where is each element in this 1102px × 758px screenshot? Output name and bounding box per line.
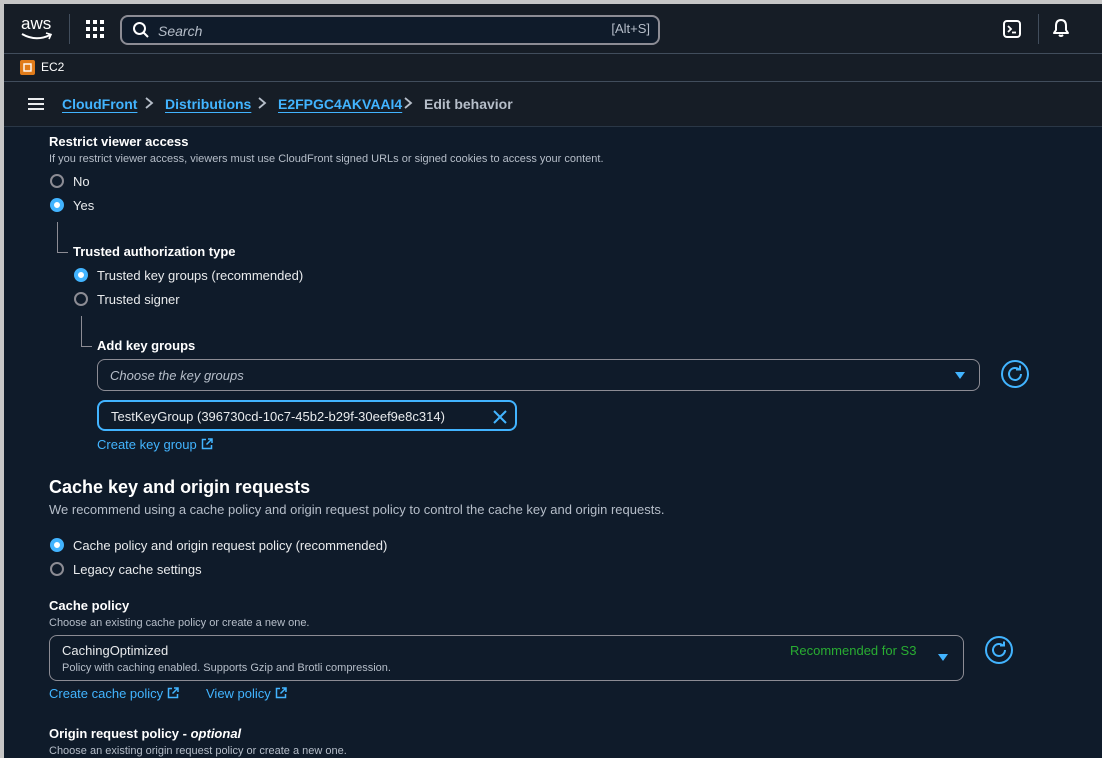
key-group-token-label: TestKeyGroup (396730cd-10c7-45b2-b29f-30… xyxy=(111,409,445,424)
breadcrumb-current: Edit behavior xyxy=(424,96,513,112)
cache-policy-recommended-label[interactable]: Cache policy and origin request policy (… xyxy=(73,538,387,553)
cache-policy-value-description: Policy with caching enabled. Supports Gz… xyxy=(62,662,391,674)
refresh-icon xyxy=(1008,365,1022,381)
external-link-icon xyxy=(275,687,287,699)
aws-smile-icon xyxy=(21,32,53,40)
trusted-key-groups-label[interactable]: Trusted key groups (recommended) xyxy=(97,268,303,283)
breadcrumb-distributions[interactable]: Distributions xyxy=(165,96,251,112)
restrict-no-label[interactable]: No xyxy=(73,174,90,189)
legacy-cache-settings-label[interactable]: Legacy cache settings xyxy=(73,562,202,577)
refresh-key-groups-button[interactable] xyxy=(1001,360,1029,388)
recommended-badge: Recommended for S3 xyxy=(790,643,917,658)
favorites-bar: EC2 xyxy=(4,54,1102,82)
search-box[interactable]: [Alt+S] xyxy=(120,15,660,45)
add-key-groups-label: Add key groups xyxy=(97,338,196,353)
cache-policy-select[interactable]: CachingOptimized Policy with caching ena… xyxy=(49,635,964,681)
remove-token-close-icon[interactable] xyxy=(493,410,507,424)
caret-down-icon xyxy=(938,654,948,661)
origin-request-policy-optional: optional xyxy=(190,726,242,741)
origin-request-policy-title: Origin request policy xyxy=(49,726,180,741)
create-key-group-link-text: Create key group xyxy=(97,437,197,452)
refresh-icon xyxy=(992,641,1006,657)
origin-request-policy-dash: - xyxy=(182,726,191,741)
services-grid-icon[interactable] xyxy=(86,20,104,38)
key-groups-placeholder: Choose the key groups xyxy=(110,368,244,383)
cache-section-description: We recommend using a cache policy and or… xyxy=(49,502,665,517)
origin-request-policy-description: Choose an existing origin request policy… xyxy=(49,745,347,757)
main-content: Restrict viewer access If you restrict v… xyxy=(4,127,1102,758)
breadcrumb-cloudfront[interactable]: CloudFront xyxy=(62,96,137,112)
restrict-yes-label[interactable]: Yes xyxy=(73,198,94,213)
cache-policy-label: Cache policy xyxy=(49,598,130,613)
external-link-icon xyxy=(167,687,179,699)
cache-section-heading: Cache key and origin requests xyxy=(49,477,311,497)
cloudshell-icon[interactable] xyxy=(1003,20,1021,38)
chevron-right-icon xyxy=(145,97,154,109)
favorite-ec2-link[interactable]: EC2 xyxy=(41,60,64,74)
aws-logo[interactable]: aws xyxy=(20,14,54,42)
external-link-icon xyxy=(201,438,213,450)
restrict-yes-radio[interactable] xyxy=(50,198,64,212)
restrict-viewer-access-description: If you restrict viewer access, viewers m… xyxy=(49,153,604,165)
refresh-cache-policy-button[interactable] xyxy=(985,636,1013,664)
breadcrumb: CloudFront Distributions E2FPGC4AKVAAI4 … xyxy=(4,82,1102,127)
origin-request-policy-label: Origin request policy - optional xyxy=(49,726,241,741)
trusted-signer-radio[interactable] xyxy=(74,292,88,306)
caret-down-icon xyxy=(955,372,965,379)
notifications-bell-icon[interactable] xyxy=(1051,18,1071,38)
legacy-cache-settings-radio[interactable] xyxy=(50,562,64,576)
ec2-icon[interactable] xyxy=(20,60,35,75)
tree-connector xyxy=(81,316,92,347)
trusted-authorization-label: Trusted authorization type xyxy=(73,244,236,259)
cache-policy-value: CachingOptimized xyxy=(62,643,169,658)
divider xyxy=(69,14,70,44)
restrict-no-radio[interactable] xyxy=(50,174,64,188)
chevron-right-icon xyxy=(404,97,413,109)
restrict-viewer-access-label: Restrict viewer access xyxy=(49,134,189,149)
divider xyxy=(1038,14,1039,44)
key-group-token: TestKeyGroup (396730cd-10c7-45b2-b29f-30… xyxy=(97,400,517,431)
view-policy-link[interactable]: View policy xyxy=(206,686,287,701)
tree-connector xyxy=(57,222,68,253)
key-groups-select[interactable]: Choose the key groups xyxy=(97,359,980,391)
cache-policy-description: Choose an existing cache policy or creat… xyxy=(49,617,310,629)
chevron-right-icon xyxy=(258,97,267,109)
search-icon xyxy=(133,22,149,38)
aws-logo-text: aws xyxy=(21,14,52,33)
menu-icon[interactable] xyxy=(28,98,44,111)
create-cache-policy-link[interactable]: Create cache policy xyxy=(49,686,179,701)
top-navigation: aws [Alt+S] xyxy=(4,4,1102,54)
search-input[interactable] xyxy=(156,20,580,42)
create-key-group-link[interactable]: Create key group xyxy=(97,437,213,452)
cache-policy-recommended-radio[interactable] xyxy=(50,538,64,552)
search-shortcut: [Alt+S] xyxy=(611,21,650,36)
trusted-key-groups-radio[interactable] xyxy=(74,268,88,282)
trusted-signer-label[interactable]: Trusted signer xyxy=(97,292,180,307)
create-cache-policy-link-text: Create cache policy xyxy=(49,686,164,701)
view-policy-link-text: View policy xyxy=(206,686,271,701)
breadcrumb-distribution-id[interactable]: E2FPGC4AKVAAI4 xyxy=(278,96,402,112)
